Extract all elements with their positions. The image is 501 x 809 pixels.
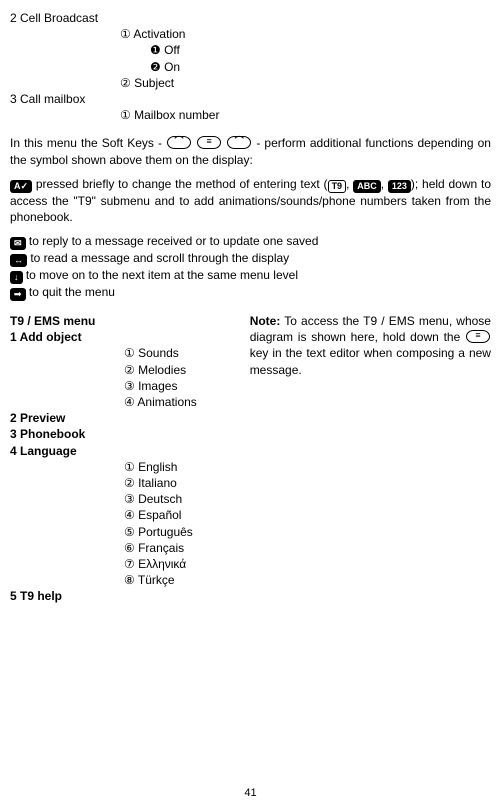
- select-mode-icon: A✓: [10, 180, 32, 193]
- move-text: to move on to the next item at the same …: [26, 268, 298, 282]
- t9-sounds: ① Sounds: [124, 345, 246, 361]
- t9-deutsch: ③ Deutsch: [124, 491, 246, 507]
- envelope-icon: ✉: [10, 237, 26, 250]
- t9-italiano: ② Italiano: [124, 475, 246, 491]
- t9-help: 5 T9 help: [10, 589, 62, 603]
- sep2: ,: [381, 177, 388, 191]
- t9-images: ③ Images: [124, 378, 246, 394]
- read-text: to read a message and scroll through the…: [30, 251, 289, 265]
- page-number: 41: [0, 786, 501, 801]
- reply-text: to reply to a message received or to upd…: [29, 234, 319, 248]
- cb-subject: ② Subject: [120, 75, 491, 91]
- softkey-left-icon: [167, 136, 191, 149]
- t9-mode-icon: T9: [328, 180, 347, 193]
- line-change-method: A✓ pressed briefly to change the method …: [10, 176, 491, 225]
- cb-off: ❶ Off: [150, 42, 491, 58]
- abc-mode-icon: ABC: [353, 180, 381, 193]
- t9-english: ① English: [124, 459, 246, 475]
- line-read: ↔ to read a message and scroll through t…: [10, 250, 491, 267]
- note-text-a: To access the T9 / EMS menu, whose diagr…: [250, 314, 491, 344]
- t9-language: 4 Language: [10, 444, 77, 458]
- t9-title: T9 / EMS menu: [10, 314, 95, 328]
- softkey-mid-icon: [197, 136, 221, 149]
- t9-add-object: 1 Add object: [10, 330, 82, 344]
- change-a: pressed briefly to change the method of …: [36, 177, 328, 191]
- down-icon: ↓: [10, 271, 23, 284]
- line-reply: ✉ to reply to a message received or to u…: [10, 233, 491, 250]
- mailbox-number: ① Mailbox number: [120, 107, 491, 123]
- t9-turkce: ⑧ Türkçe: [124, 572, 246, 588]
- quit-text: to quit the menu: [29, 285, 115, 299]
- t9-animations: ④ Animations: [124, 394, 246, 410]
- intro-paragraph: In this menu the Soft Keys - - perform a…: [10, 135, 491, 167]
- note-key-icon: [466, 330, 490, 343]
- t9-portugues: ⑤ Português: [124, 524, 246, 540]
- line-move: ↓ to move on to the next item at the sam…: [10, 267, 491, 284]
- scroll-icon: ↔: [10, 254, 27, 267]
- t9-melodies: ② Melodies: [124, 362, 246, 378]
- note-label: Note:: [250, 314, 281, 328]
- intro-a: In this menu the Soft Keys -: [10, 136, 166, 150]
- note-column: Note: To access the T9 / EMS menu, whose…: [246, 313, 491, 604]
- exit-icon: ➟: [10, 288, 26, 301]
- row-call-mailbox: 3 Call mailbox: [10, 91, 491, 107]
- t9-espanol: ④ Español: [124, 507, 246, 523]
- note-text-b: key in the text editor when composing a …: [250, 346, 491, 376]
- t9-phonebook: 3 Phonebook: [10, 427, 85, 441]
- t9-preview: 2 Preview: [10, 411, 65, 425]
- num-mode-icon: 123: [388, 180, 411, 193]
- t9-francais: ⑥ Français: [124, 540, 246, 556]
- cb-activation: ① Activation: [120, 26, 491, 42]
- cb-on: ❷ On: [150, 59, 491, 75]
- line-quit: ➟ to quit the menu: [10, 284, 491, 301]
- row-cell-broadcast: 2 Cell Broadcast: [10, 10, 491, 26]
- sep1: ,: [346, 177, 353, 191]
- softkey-right-icon: [227, 136, 251, 149]
- t9-greek: ⑦ Ελληνικά: [124, 556, 246, 572]
